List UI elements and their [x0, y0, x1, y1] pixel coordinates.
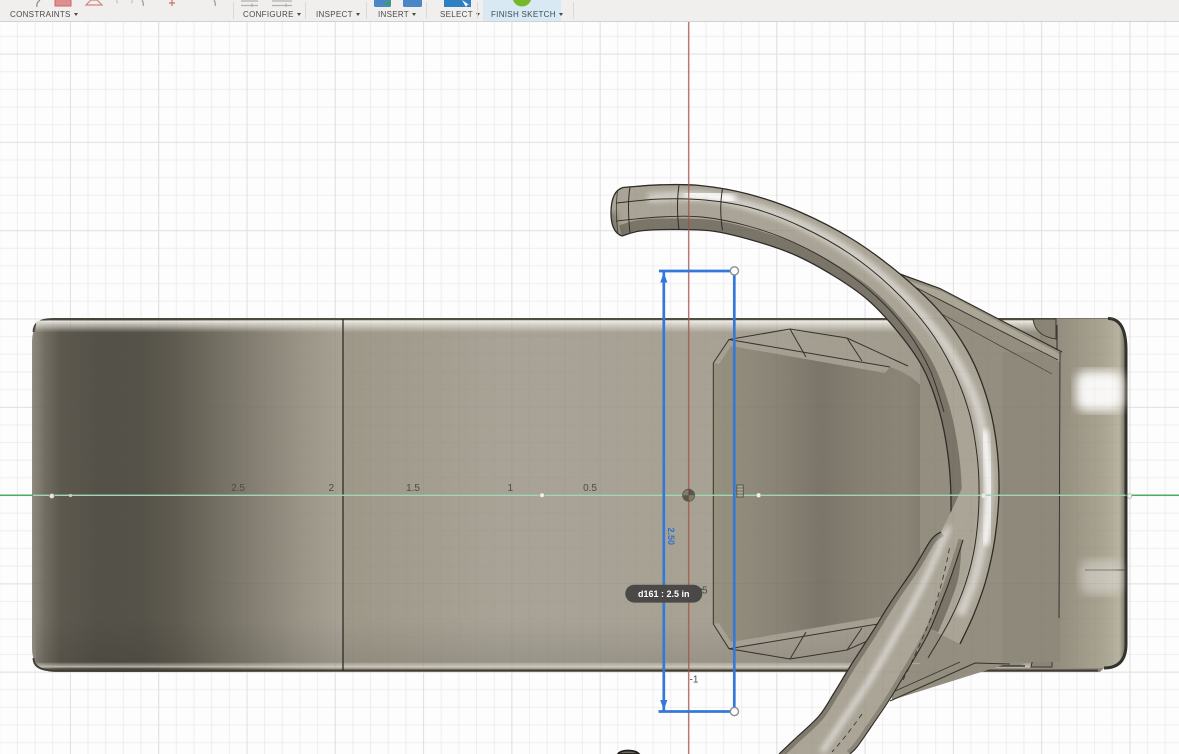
svg-text:0.5: 0.5 — [583, 483, 597, 494]
svg-text:d161 : 2.5 in: d161 : 2.5 in — [638, 589, 690, 599]
svg-text:1.5: 1.5 — [406, 483, 420, 494]
svg-text:5: 5 — [702, 586, 708, 597]
svg-text:-1: -1 — [690, 675, 699, 686]
svg-text:2: 2 — [328, 483, 334, 494]
svg-text:2.5: 2.5 — [231, 483, 245, 494]
svg-text:2.50: 2.50 — [666, 528, 676, 546]
svg-text:1: 1 — [507, 483, 513, 494]
